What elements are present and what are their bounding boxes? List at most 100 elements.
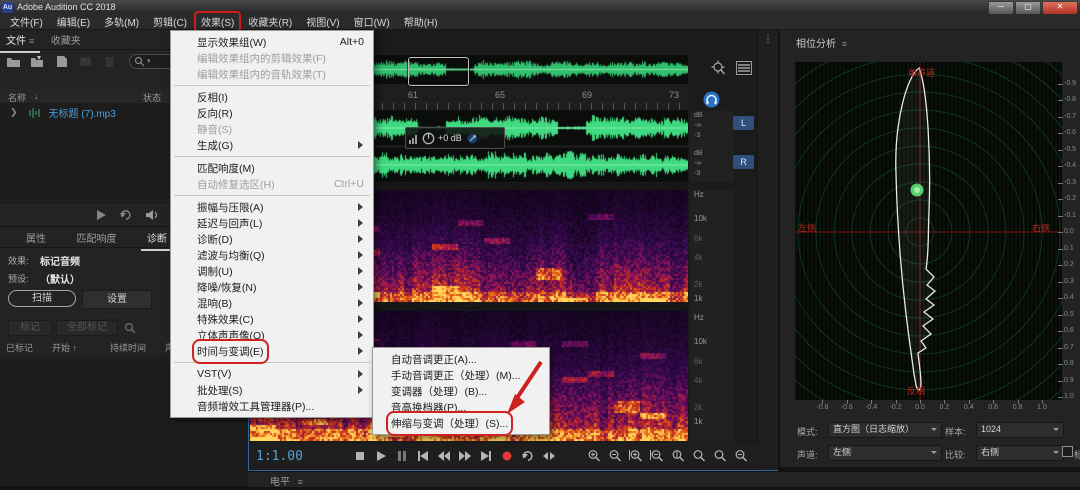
overview-selection-box[interactable]: [408, 57, 469, 86]
skip-to-end-button[interactable]: [477, 448, 496, 464]
collapsed-panel-strip[interactable]: ⋮: [757, 30, 778, 470]
effects-menu-item-7[interactable]: 静音(S): [171, 121, 373, 137]
effects-menu-item-6[interactable]: 反向(R): [171, 105, 373, 121]
mark-all-button[interactable]: 全部标记: [56, 320, 118, 336]
gain-knob-icon[interactable]: [422, 132, 435, 145]
effects-menu-item-11[interactable]: 自动修复选区(H)Ctrl+U: [171, 176, 373, 192]
menubar-item-6[interactable]: 收藏夹(R): [243, 13, 297, 30]
pause-button[interactable]: [393, 448, 412, 464]
effects-menu-item-22[interactable]: 时间与变调(E): [171, 343, 373, 359]
panel-splitter-handle[interactable]: ·······: [95, 313, 125, 320]
normalize-checkbox[interactable]: [1062, 446, 1073, 457]
menubar-item-7[interactable]: 视图(V): [301, 13, 344, 30]
effects-menu-item-20[interactable]: 特殊效果(C): [171, 311, 373, 327]
mode-dropdown[interactable]: 直方图（日志缩放）: [828, 422, 942, 438]
menubar-item-1[interactable]: 文件(F): [5, 13, 48, 30]
minimize-button[interactable]: ─: [988, 1, 1014, 15]
right-channel-button[interactable]: R: [733, 155, 754, 169]
panel-menu-icon[interactable]: ≡: [29, 36, 34, 46]
channel-layout-icon[interactable]: [736, 61, 752, 75]
tab-favorites[interactable]: 收藏夹: [45, 29, 87, 51]
samples-dropdown[interactable]: 1024: [976, 422, 1064, 438]
import-file-icon[interactable]: [30, 55, 45, 68]
tab-files[interactable]: 文件≡: [0, 29, 40, 53]
channel-dropdown[interactable]: 左侧: [828, 445, 942, 461]
play-button[interactable]: [372, 448, 391, 464]
monitor-headphones-icon[interactable]: [703, 91, 720, 108]
spot-zoom-navigator-icon[interactable]: [710, 60, 727, 76]
close-button[interactable]: ✕: [1042, 1, 1078, 15]
effects-menu-item-24[interactable]: VST(V): [171, 366, 373, 382]
zoom-in-time-button[interactable]: [585, 448, 604, 464]
loop-playback-icon[interactable]: [119, 209, 133, 221]
diag-column-2[interactable]: 开始 ↑: [52, 341, 77, 354]
speaker-icon[interactable]: [145, 209, 159, 221]
time-display[interactable]: 1:1.00: [256, 449, 303, 464]
gain-hud[interactable]: +0 dB: [405, 127, 505, 149]
effects-menu-item-5[interactable]: 反相(I): [171, 89, 373, 105]
effects-menu-item-18[interactable]: 降噪/恢复(N): [171, 279, 373, 295]
fast-forward-button[interactable]: [456, 448, 475, 464]
search-icon[interactable]: [124, 322, 136, 334]
record-button[interactable]: [498, 448, 517, 464]
effects-menu-item-15[interactable]: 诊断(D): [171, 231, 373, 247]
diag-column-3[interactable]: 持续时间: [110, 341, 146, 354]
preset-dropdown[interactable]: （默认）: [40, 271, 191, 286]
effects-menu-item-25[interactable]: 批处理(S): [171, 382, 373, 398]
effects-menu-item-14[interactable]: 延迟与回声(L): [171, 215, 373, 231]
tab-properties[interactable]: 属性: [20, 227, 52, 249]
zoom-in-selection-button[interactable]: [627, 448, 646, 464]
zoom-out-selection-button[interactable]: [648, 448, 667, 464]
stop-button[interactable]: [351, 448, 370, 464]
loop-playback-button[interactable]: [519, 448, 538, 464]
effects-menu-item-21[interactable]: 立体声声像(O): [171, 327, 373, 343]
zoom-amplitude-button[interactable]: [669, 448, 688, 464]
panel-menu-icon[interactable]: ≡: [842, 39, 847, 49]
effects-menu-item-1[interactable]: 显示效果组(W)Alt+0: [171, 34, 373, 50]
zoom-out-time-button[interactable]: [606, 448, 625, 464]
effect-dropdown[interactable]: 标记音频: [40, 253, 182, 268]
menubar-item-5[interactable]: 效果(S): [196, 13, 239, 30]
effects-menu-item-17[interactable]: 调制(U): [171, 263, 373, 279]
mark-button[interactable]: 标记: [8, 320, 52, 336]
trash-icon[interactable]: [102, 55, 117, 68]
effects-menu-item-16[interactable]: 滤波与均衡(Q): [171, 247, 373, 263]
menubar-item-2[interactable]: 编辑(E): [52, 13, 95, 30]
menubar-item-3[interactable]: 多轨(M): [99, 13, 144, 30]
levels-panel-title[interactable]: 电平: [270, 477, 290, 488]
effects-menu-item-3[interactable]: 编辑效果组内的音轨效果(T): [171, 66, 373, 82]
effects-menu-item-13[interactable]: 振幅与压限(A): [171, 199, 373, 215]
menubar-item-8[interactable]: 窗口(W): [349, 13, 395, 30]
menubar-item-4[interactable]: 剪辑(C): [148, 13, 192, 30]
expand-chevron-icon[interactable]: ❯: [10, 107, 18, 118]
panel-options-icon[interactable]: ⋮: [758, 34, 778, 45]
file-name[interactable]: 无标题 (7).mp3: [49, 105, 116, 120]
tab-match-loudness[interactable]: 匹配响度: [70, 227, 122, 249]
effects-menu-item-2[interactable]: 编辑效果组内的剪辑效果(F): [171, 50, 373, 66]
settings-button[interactable]: 设置: [82, 290, 152, 309]
new-content-icon[interactable]: [54, 55, 69, 68]
search-icon[interactable]: [134, 56, 145, 67]
open-folder-icon[interactable]: [6, 55, 21, 68]
tab-diagnostics[interactable]: 诊断: [141, 227, 173, 251]
pin-hud-icon[interactable]: [467, 133, 478, 144]
menubar-item-9[interactable]: 帮助(H): [399, 13, 443, 30]
skip-selection-button[interactable]: [540, 448, 559, 464]
rewind-button[interactable]: [435, 448, 454, 464]
effects-menu-item-10[interactable]: 匹配响度(M): [171, 160, 373, 176]
zoom-left-selection-button[interactable]: [690, 448, 709, 464]
zoom-out-full-button[interactable]: [732, 448, 751, 464]
play-icon[interactable]: [95, 209, 107, 221]
skip-to-start-button[interactable]: [414, 448, 433, 464]
effects-menu-item-26[interactable]: 音频增效工具管理器(P)...: [171, 398, 373, 414]
label-right-side: 右侧: [1032, 221, 1050, 234]
diag-column-1[interactable]: 已标记: [6, 341, 33, 354]
compare-dropdown[interactable]: 右侧: [976, 445, 1064, 461]
media-browser-icon[interactable]: [78, 55, 93, 68]
maximize-button[interactable]: ▢: [1015, 1, 1041, 15]
scan-button[interactable]: 扫描: [8, 290, 76, 307]
effects-menu-item-19[interactable]: 混响(B): [171, 295, 373, 311]
effects-menu-item-8[interactable]: 生成(G): [171, 137, 373, 153]
left-channel-button[interactable]: L: [733, 116, 754, 130]
zoom-right-selection-button[interactable]: [711, 448, 730, 464]
